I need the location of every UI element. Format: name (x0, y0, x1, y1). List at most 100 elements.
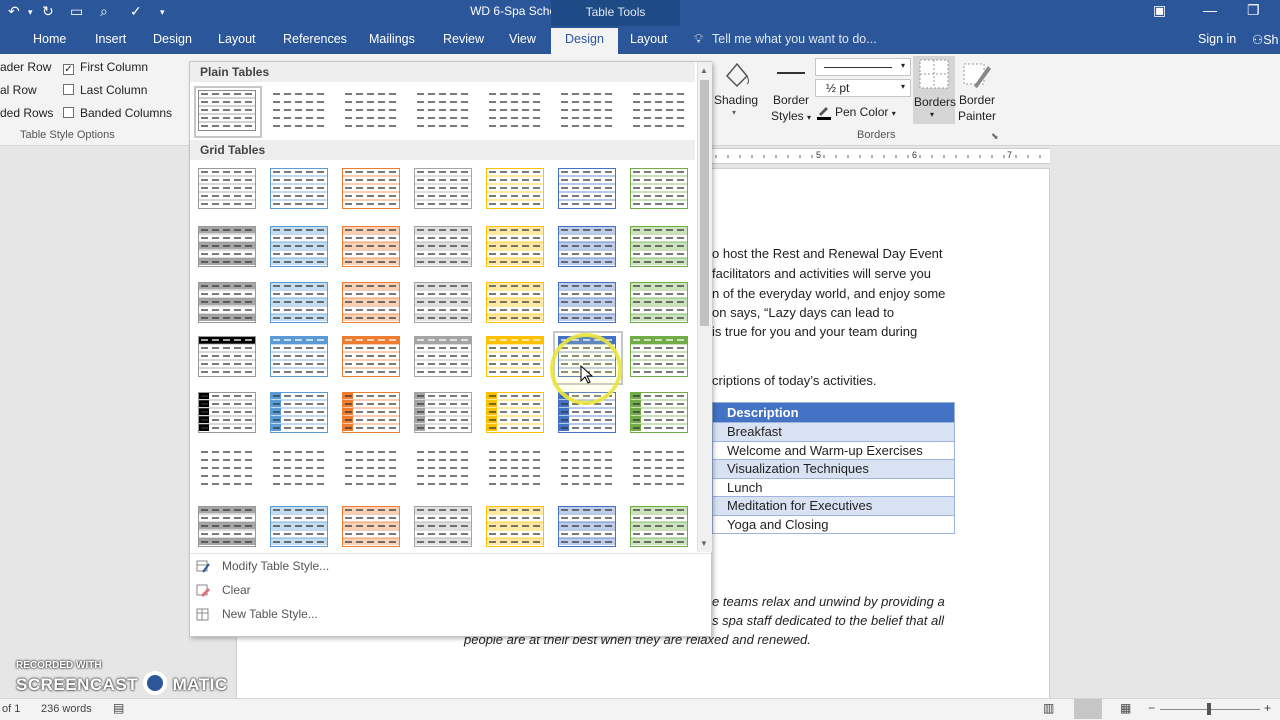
table-style-thumbnail[interactable] (198, 282, 258, 326)
scroll-up-icon[interactable]: ▲ (700, 66, 708, 75)
body-line-3[interactable]: n of the everyday world, and enjoy some (712, 286, 945, 301)
border-styles-label-1[interactable]: Border (773, 92, 809, 108)
page-count[interactable]: of 1 (2, 703, 20, 715)
total-row-option[interactable]: al Row (0, 83, 37, 97)
table-cell[interactable]: Breakfast (712, 422, 955, 442)
tab-home[interactable]: Home (33, 32, 66, 46)
line-style-select[interactable]: ▾ (815, 58, 911, 76)
banded-columns-option[interactable]: Banded Columns (63, 106, 172, 120)
zoom-out-icon[interactable]: − (1148, 701, 1155, 715)
body-line-5[interactable]: is true for you and your team during (712, 324, 917, 339)
last-column-option[interactable]: Last Column (63, 83, 147, 97)
line-weight-select[interactable]: ½ pt ▾ (815, 79, 911, 97)
table-style-thumbnail[interactable] (198, 506, 258, 550)
last-column-checkbox[interactable] (63, 84, 74, 95)
table-style-thumbnail[interactable] (630, 392, 690, 436)
body-line-4[interactable]: on says, “Lazy days can lead to (712, 305, 894, 320)
borders-dialog-launcher-icon[interactable]: ⬊ (991, 131, 999, 142)
table-style-thumbnail[interactable] (342, 90, 402, 134)
table-style-thumbnail[interactable] (414, 282, 474, 326)
tab-review[interactable]: Review (443, 32, 484, 46)
table-cell[interactable]: Visualization Techniques (712, 459, 955, 479)
table-style-thumbnail[interactable] (630, 506, 690, 550)
table-style-thumbnail[interactable] (198, 226, 258, 270)
table-style-thumbnail[interactable] (270, 90, 330, 134)
table-style-thumbnail[interactable] (198, 168, 258, 212)
table-style-thumbnail[interactable] (486, 282, 546, 326)
word-count[interactable]: 236 words (41, 703, 92, 715)
zoom-in-icon[interactable]: + (1264, 701, 1271, 715)
web-layout-icon[interactable]: ▦ (1120, 701, 1131, 715)
border-painter-label-1[interactable]: Border (959, 92, 995, 108)
table-style-thumbnail[interactable] (342, 392, 402, 436)
table-style-thumbnail[interactable] (270, 282, 330, 326)
banded-columns-checkbox[interactable] (63, 107, 74, 118)
table-style-thumbnail[interactable] (270, 392, 330, 436)
table-style-thumbnail[interactable] (558, 226, 618, 270)
table-cell[interactable]: Welcome and Warm-up Exercises (712, 440, 955, 460)
table-style-thumbnail[interactable] (198, 392, 258, 436)
table-style-thumbnail[interactable] (558, 506, 618, 550)
table-style-thumbnail[interactable] (630, 448, 690, 492)
table-style-thumbnail[interactable] (342, 336, 402, 380)
borders-button[interactable]: Borders ▾ (913, 56, 956, 124)
shading-dropdown-icon[interactable]: ▾ (732, 108, 736, 117)
body-line-2[interactable]: facilitators and activities will serve y… (712, 266, 931, 281)
horizontal-ruler[interactable]: 5 6 7 (712, 148, 1050, 164)
table-style-thumbnail[interactable] (630, 168, 690, 212)
table-style-thumbnail[interactable] (630, 226, 690, 270)
table-cell[interactable]: Meditation for Executives (712, 496, 955, 516)
table-style-thumbnail[interactable] (558, 168, 618, 212)
first-column-option[interactable]: ✓ First Column (63, 60, 148, 75)
tell-me-search[interactable]: Tell me what you want to do... (712, 32, 877, 46)
intro-line[interactable]: criptions of today’s activities. (712, 373, 877, 388)
schedule-table[interactable]: Description Breakfast Welcome and Warm-u… (712, 402, 955, 534)
tab-design[interactable]: Design (153, 32, 192, 46)
table-style-thumbnail[interactable] (630, 90, 690, 134)
new-table-style-item[interactable]: New Table Style... (222, 607, 318, 621)
table-style-thumbnail[interactable] (270, 168, 330, 212)
table-style-thumbnail[interactable] (414, 448, 474, 492)
border-styles-label-2[interactable]: Styles ▾ (771, 108, 811, 126)
tab-table-design[interactable]: Design (551, 28, 618, 54)
tab-layout[interactable]: Layout (218, 32, 256, 46)
clear-item[interactable]: Clear (222, 583, 251, 597)
border-painter-label-2[interactable]: Painter (958, 108, 996, 124)
table-style-thumbnail[interactable] (198, 448, 258, 492)
table-style-thumbnail[interactable] (486, 392, 546, 436)
table-style-thumbnail[interactable] (270, 448, 330, 492)
table-style-thumbnail[interactable] (486, 226, 546, 270)
table-style-thumbnail[interactable] (342, 282, 402, 326)
table-style-thumbnail[interactable] (414, 336, 474, 380)
scroll-down-icon[interactable]: ▼ (700, 539, 708, 548)
table-style-thumbnail[interactable] (270, 506, 330, 550)
zoom-slider-handle[interactable] (1207, 703, 1211, 715)
shading-button[interactable] (719, 58, 753, 94)
ribbon-display-options-icon[interactable]: ▣ (1153, 2, 1166, 19)
pen-color-button[interactable]: Pen Color ▾ (835, 104, 896, 122)
table-style-thumbnail[interactable] (630, 282, 690, 326)
table-style-thumbnail[interactable] (270, 336, 330, 380)
table-style-thumbnail[interactable] (486, 90, 546, 134)
table-style-thumbnail[interactable] (558, 448, 618, 492)
table-style-thumbnail[interactable] (486, 506, 546, 550)
table-style-thumbnail[interactable] (414, 226, 474, 270)
tab-table-layout[interactable]: Layout (630, 32, 668, 46)
body-line-1[interactable]: o host the Rest and Renewal Day Event (712, 246, 943, 261)
table-style-thumbnail[interactable] (342, 168, 402, 212)
table-style-thumbnail[interactable] (558, 282, 618, 326)
table-style-thumbnail[interactable] (342, 226, 402, 270)
table-style-thumbnail[interactable] (558, 90, 618, 134)
table-style-thumbnail[interactable] (486, 336, 546, 380)
table-style-thumbnail[interactable] (270, 226, 330, 270)
first-column-checkbox[interactable]: ✓ (63, 64, 74, 75)
table-style-thumbnail[interactable] (414, 392, 474, 436)
minimize-icon[interactable]: — (1203, 2, 1217, 18)
table-styles-gallery[interactable]: Plain Tables Grid Tables ▲ ▼ Modify Tabl… (189, 61, 712, 637)
tab-insert[interactable]: Insert (95, 32, 126, 46)
table-style-thumbnail[interactable] (630, 336, 690, 380)
table-style-thumbnail[interactable] (486, 168, 546, 212)
sign-in-link[interactable]: Sign in (1198, 32, 1236, 46)
table-style-thumbnail[interactable] (414, 90, 474, 134)
print-layout-icon[interactable] (1074, 699, 1102, 719)
